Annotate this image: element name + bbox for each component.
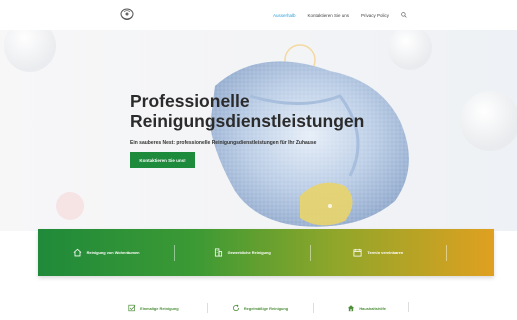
feature-appointment[interactable]: Termin vereinbaren bbox=[310, 241, 446, 265]
feature-commercial[interactable]: Gewerbliche Reinigung bbox=[174, 241, 310, 265]
feature-label: Reinigung von Wohnräumen bbox=[86, 250, 140, 255]
building-icon bbox=[214, 248, 222, 257]
nav-item-ausserhalb[interactable]: Ausserhalb bbox=[273, 13, 296, 18]
logo[interactable] bbox=[118, 6, 136, 24]
hero-section: Professionelle Reinigungsdienstleistunge… bbox=[0, 26, 517, 231]
checklist-icon bbox=[128, 304, 136, 312]
service-label: Haushaltshilfe bbox=[359, 305, 386, 311]
site-header: Ausserhalb Kontaktieren Sie uns Privacy … bbox=[0, 0, 517, 30]
hero-title: Professionelle Reinigungsdienstleistunge… bbox=[130, 91, 364, 131]
feature-bar: Reinigung von Wohnräumen Gewerbliche Rei… bbox=[38, 229, 494, 276]
calendar-icon bbox=[353, 248, 362, 257]
search-icon[interactable] bbox=[401, 12, 407, 18]
main-nav: Ausserhalb Kontaktieren Sie uns Privacy … bbox=[273, 12, 407, 18]
feature-residential[interactable]: Reinigung von Wohnräumen bbox=[38, 241, 174, 265]
nav-item-kontakt[interactable]: Kontaktieren Sie uns bbox=[307, 13, 349, 18]
service-household[interactable]: Haushaltshilfe bbox=[313, 302, 420, 314]
home-icon bbox=[348, 305, 355, 312]
hero-title-line1: Professionelle bbox=[130, 91, 250, 111]
contact-button[interactable]: Kontaktieren Sie uns! bbox=[130, 152, 195, 168]
feature-label: Gewerbliche Reinigung bbox=[227, 250, 271, 255]
service-label: Regelmäßige Reinigung bbox=[243, 305, 289, 311]
services-row: Einmalige Reinigung Regelmäßige Reinigun… bbox=[100, 300, 420, 316]
feature-spacer bbox=[446, 241, 494, 265]
service-label: Einmalige Reinigung bbox=[140, 305, 179, 311]
hero-subtitle: Ein sauberes Nest: professionelle Reinig… bbox=[130, 140, 317, 146]
house-icon bbox=[73, 248, 81, 257]
feature-label: Termin vereinbaren bbox=[367, 250, 404, 255]
hero-title-line2: Reinigungsdienstleistungen bbox=[130, 111, 365, 131]
services-divider bbox=[408, 302, 409, 312]
nav-item-privacy[interactable]: Privacy Policy bbox=[361, 13, 389, 18]
refresh-icon bbox=[232, 304, 239, 312]
service-one-time[interactable]: Einmalige Reinigung bbox=[100, 302, 207, 314]
service-regular[interactable]: Regelmäßige Reinigung bbox=[206, 302, 314, 314]
